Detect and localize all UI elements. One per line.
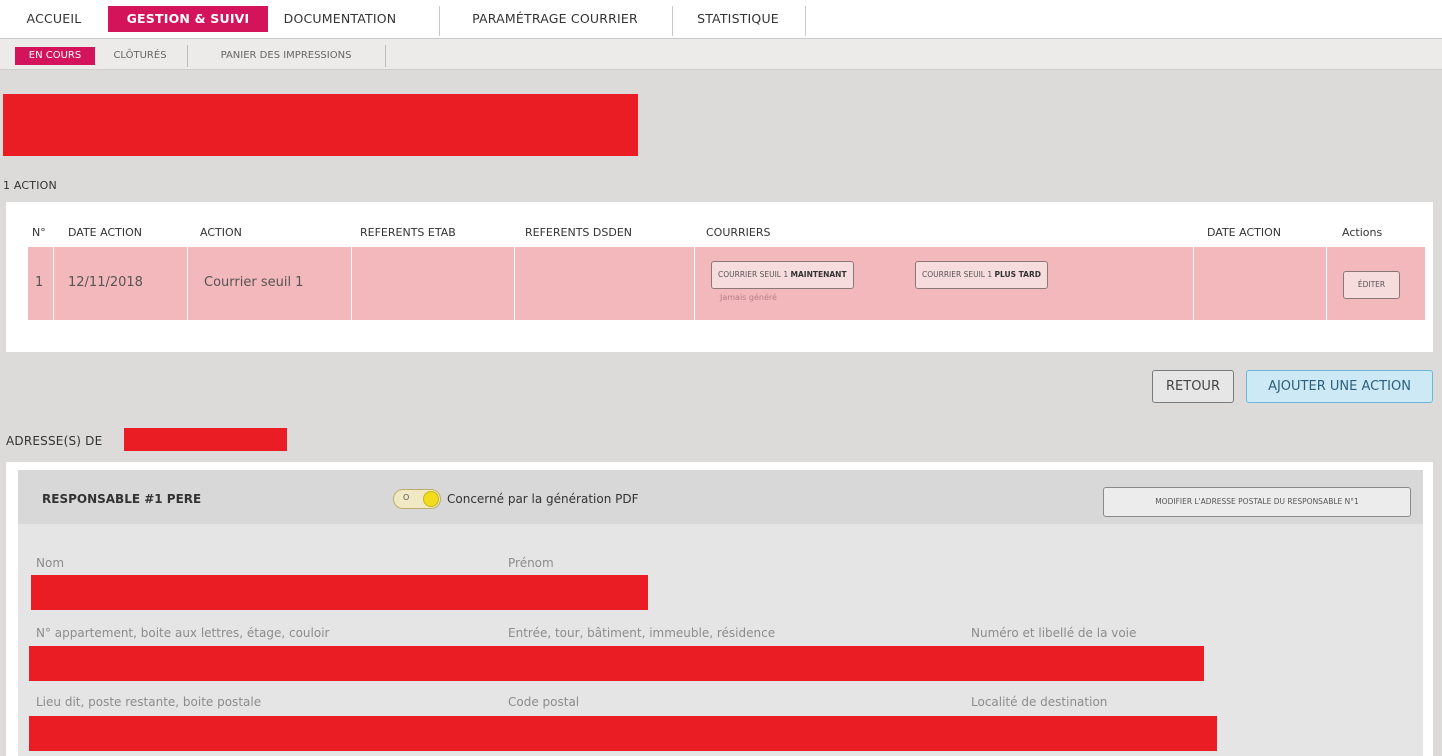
subtab-panier-impressions[interactable]: PANIER DES IMPRESSIONS <box>196 47 376 65</box>
responsable-header: RESPONSABLE #1 PERE O Concerné par la gé… <box>18 470 1423 524</box>
column-header-referents-dsden: REFERENTS DSDEN <box>525 226 632 239</box>
column-header-actions: Actions <box>1342 226 1383 239</box>
subnav-divider <box>187 45 188 67</box>
column-header-date-action: DATE ACTION <box>68 226 142 239</box>
add-action-button[interactable]: AJOUTER UNE ACTION <box>1246 370 1433 403</box>
address-panel: RESPONSABLE #1 PERE O Concerné par la gé… <box>6 462 1433 756</box>
toggle-off-label: O <box>403 493 410 502</box>
actions-table-panel: N° DATE ACTION ACTION REFERENTS ETAB REF… <box>6 202 1433 352</box>
redacted-name-fields <box>31 575 648 610</box>
responsable-title: RESPONSABLE #1 PERE <box>42 492 202 506</box>
prenom-label: Prénom <box>508 556 554 570</box>
entree-label: Entrée, tour, bâtiment, immeuble, réside… <box>508 626 776 640</box>
pdf-generation-toggle[interactable]: O <box>393 489 441 509</box>
column-header-courriers: COURRIERS <box>706 226 771 239</box>
tab-documentation[interactable]: DOCUMENTATION <box>282 6 398 32</box>
code-postal-label: Code postal <box>508 695 580 709</box>
cell-divider <box>1193 247 1194 320</box>
nav-divider <box>805 6 806 36</box>
table-row: 1 12/11/2018 Courrier seuil 1 COURRIER S… <box>28 247 1425 320</box>
tab-accueil[interactable]: ACCUEIL <box>22 6 86 32</box>
responsable-card: RESPONSABLE #1 PERE O Concerné par la gé… <box>18 470 1423 756</box>
modify-address-button[interactable]: MODIFIER L'ADRESSE POSTALE DU RESPONSABL… <box>1103 487 1411 517</box>
lieu-dit-label: Lieu dit, poste restante, boite postale <box>36 695 262 709</box>
main-navigation: ACCUEIL GESTION & SUIVI DOCUMENTATION PA… <box>0 0 1442 39</box>
localite-label: Localité de destination <box>971 695 1108 709</box>
subtab-clotures[interactable]: CLÔTURÉS <box>100 47 180 65</box>
cell-divider <box>351 247 352 320</box>
courrier-maintenant-prefix: COURRIER SEUIL 1 <box>718 270 789 279</box>
courrier-plus-tard-button[interactable]: COURRIER SEUIL 1 PLUS TARD <box>915 261 1048 289</box>
voie-label: Numéro et libellé de la voie <box>971 626 1137 640</box>
cell-num: 1 <box>35 275 44 290</box>
nav-divider <box>672 6 673 36</box>
courrier-generation-status: Jamais généré <box>720 293 777 302</box>
cell-action: Courrier seuil 1 <box>204 275 304 290</box>
tab-parametrage-courrier[interactable]: PARAMÉTRAGE COURRIER <box>450 6 660 32</box>
column-header-referents-etab: REFERENTS ETAB <box>360 226 456 239</box>
edit-button[interactable]: ÉDITER <box>1343 271 1400 299</box>
redacted-student-name <box>124 428 287 451</box>
appartement-label: N° appartement, boite aux lettres, étage… <box>36 626 330 640</box>
address-heading: ADRESSE(S) DE <box>6 434 103 448</box>
cell-divider <box>187 247 188 320</box>
cell-divider <box>53 247 54 320</box>
courrier-maintenant-button[interactable]: COURRIER SEUIL 1 MAINTENANT <box>711 261 854 289</box>
sub-navigation: EN COURS CLÔTURÉS PANIER DES IMPRESSIONS <box>0 39 1442 70</box>
cell-divider <box>514 247 515 320</box>
actions-count: 1 ACTION <box>3 179 57 192</box>
redacted-address-line-2 <box>29 716 1217 751</box>
column-header-date-action-2: DATE ACTION <box>1207 226 1281 239</box>
redacted-address-line-1 <box>29 646 1204 681</box>
subnav-divider <box>385 45 386 67</box>
courrier-plus-tard-bold: PLUS TARD <box>994 270 1041 279</box>
retour-button[interactable]: RETOUR <box>1152 370 1234 403</box>
cell-divider <box>694 247 695 320</box>
nav-divider <box>439 6 440 36</box>
nom-label: Nom <box>36 556 65 570</box>
tab-statistique[interactable]: STATISTIQUE <box>684 6 792 32</box>
pdf-generation-label: Concerné par la génération PDF <box>447 492 639 506</box>
cell-date: 12/11/2018 <box>68 275 143 290</box>
toggle-knob <box>423 491 439 507</box>
column-header-action: ACTION <box>200 226 242 239</box>
tab-gestion-suivi[interactable]: GESTION & SUIVI <box>108 6 268 32</box>
column-header-num: N° <box>32 226 46 239</box>
subtab-en-cours[interactable]: EN COURS <box>15 47 95 65</box>
redacted-page-title <box>3 94 638 156</box>
courrier-maintenant-bold: MAINTENANT <box>790 270 847 279</box>
courrier-plus-tard-prefix: COURRIER SEUIL 1 <box>922 270 993 279</box>
cell-divider <box>1326 247 1327 320</box>
